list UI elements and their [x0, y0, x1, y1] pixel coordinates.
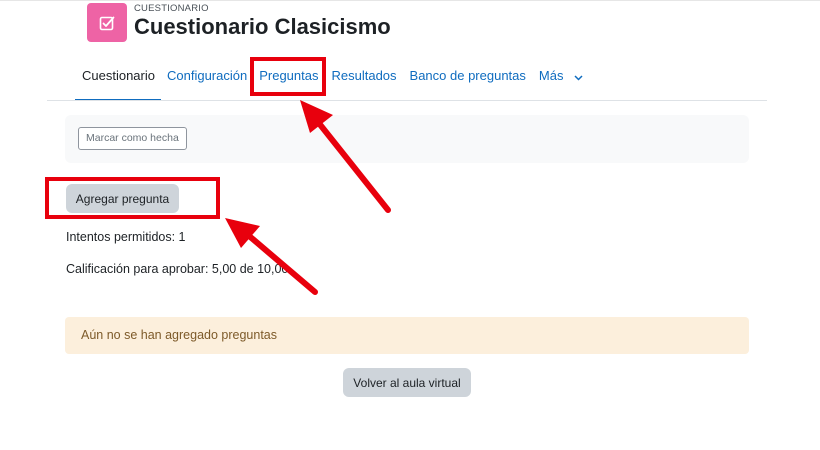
arrow-to-add-question	[225, 218, 318, 295]
grade-to-pass-text: Calificación para aprobar: 5,00 de 10,00	[66, 262, 289, 276]
tab-banco-de-preguntas[interactable]: Banco de preguntas	[410, 60, 526, 91]
activity-type-label: CUESTIONARIO	[134, 3, 209, 14]
add-question-button[interactable]: Agregar pregunta	[66, 184, 179, 213]
page-title: Cuestionario Clasicismo	[134, 14, 391, 39]
mark-as-done-button[interactable]: Marcar como hecha	[78, 127, 187, 150]
tab-mas-label: Más	[538, 68, 564, 83]
activity-completion-panel: Marcar como hecha	[65, 115, 749, 163]
secondary-navigation: Cuestionario Configuración Preguntas Res…	[75, 60, 583, 101]
tab-resultados[interactable]: Resultados	[331, 60, 396, 91]
back-to-course-button[interactable]: Volver al aula virtual	[343, 368, 471, 397]
quiz-page: CUESTIONARIO Cuestionario Clasicismo Cue…	[0, 0, 820, 450]
no-questions-alert: Aún no se han agregado preguntas	[65, 317, 749, 354]
tab-cuestionario[interactable]: Cuestionario	[75, 60, 161, 101]
tab-configuracion[interactable]: Configuración	[167, 60, 247, 91]
tab-mas[interactable]: Más	[539, 60, 583, 91]
quiz-check-icon	[87, 3, 127, 42]
tab-preguntas[interactable]: Preguntas	[259, 60, 318, 91]
attempts-allowed-text: Intentos permitidos: 1	[66, 230, 186, 244]
chevron-down-icon	[574, 69, 583, 84]
top-border	[0, 0, 820, 1]
nav-divider	[47, 100, 767, 101]
